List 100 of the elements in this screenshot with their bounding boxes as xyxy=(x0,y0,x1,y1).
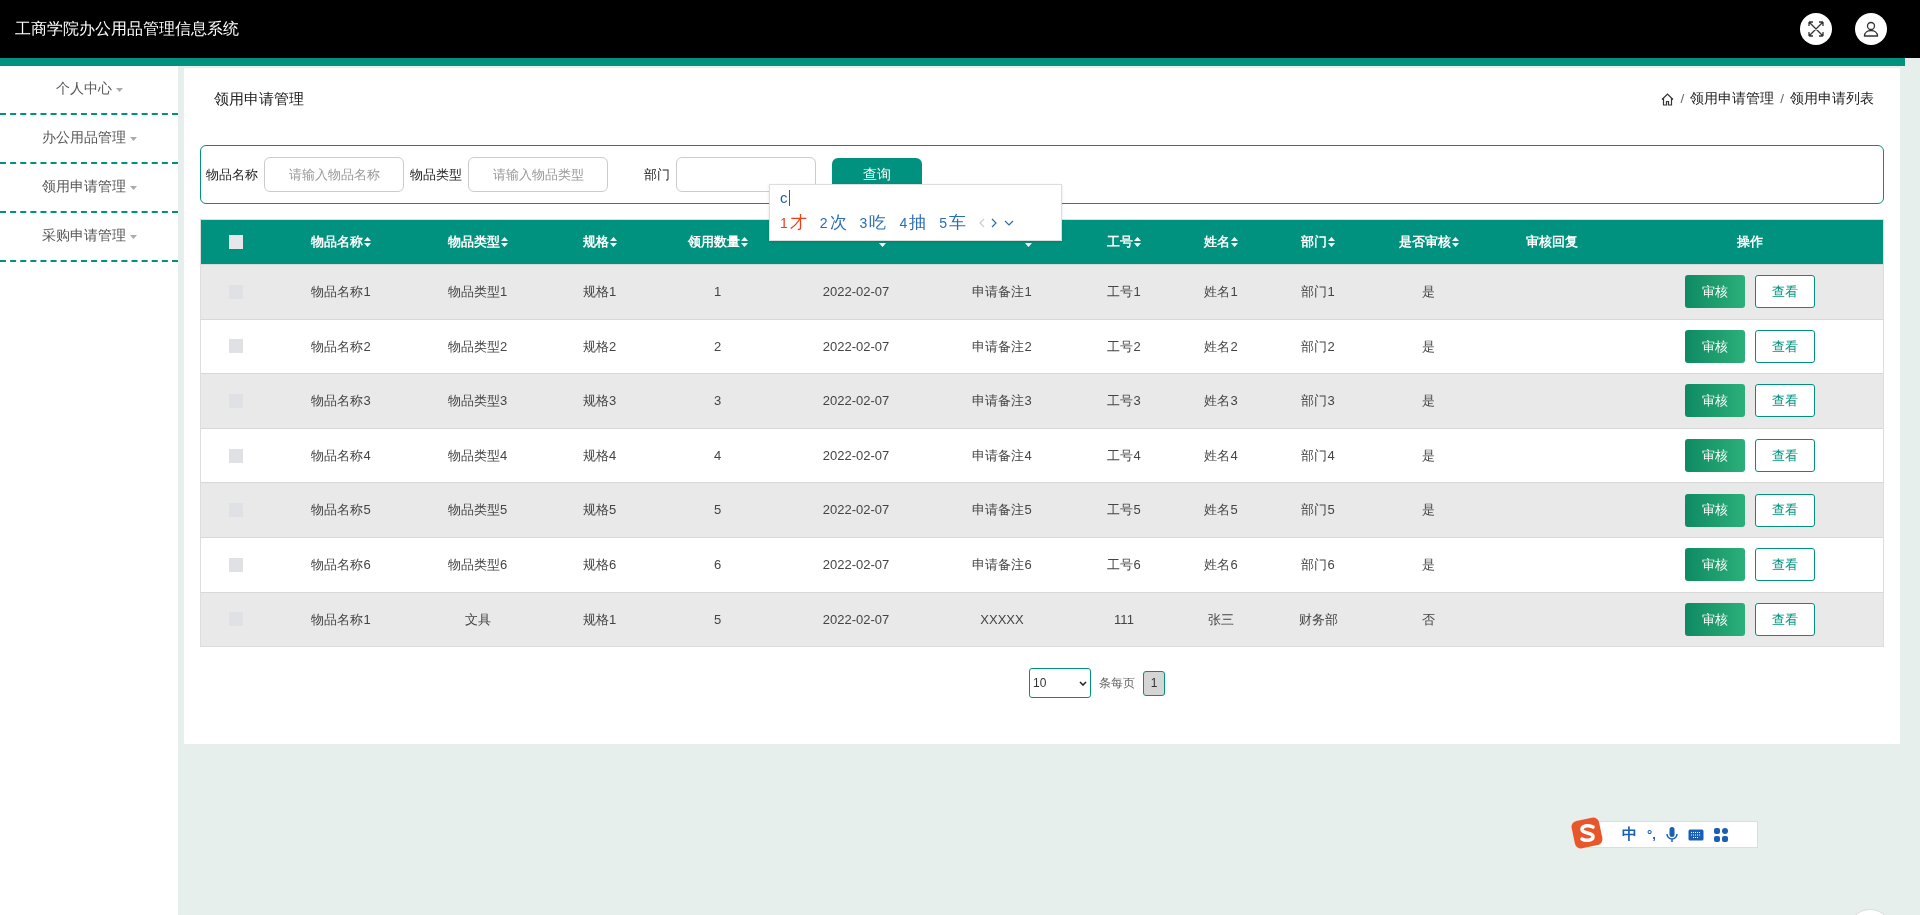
view-button[interactable]: 查看 xyxy=(1755,493,1815,527)
breadcrumb-separator: / xyxy=(1679,89,1686,108)
sort-icon[interactable] xyxy=(1231,237,1238,247)
sort-icon[interactable] xyxy=(364,237,371,247)
checkbox[interactable] xyxy=(229,339,243,354)
table-cell-text: 是 xyxy=(1422,501,1435,520)
table-cell-text: 是 xyxy=(1422,283,1435,302)
breadcrumb-item[interactable]: 领用申请列表 xyxy=(1790,88,1874,110)
table-cell-text: 申请备注4 xyxy=(972,446,1032,465)
sort-icon[interactable] xyxy=(1134,237,1141,247)
review-button[interactable]: 审核 xyxy=(1685,493,1745,527)
table-cell-text: XXXXX xyxy=(980,610,1024,629)
view-button[interactable]: 查看 xyxy=(1755,439,1815,473)
table-cell-text: 部门4 xyxy=(1301,446,1335,465)
column-header[interactable]: 物品类型 xyxy=(447,232,500,252)
table-cell-text: 规格5 xyxy=(582,501,617,520)
sidebar-item[interactable]: 办公用品管理 xyxy=(0,115,178,164)
home-icon[interactable] xyxy=(1661,92,1675,106)
sort-icon[interactable] xyxy=(609,237,617,247)
column-header[interactable]: 操作 xyxy=(1737,232,1763,252)
table-cell-text: 规格4 xyxy=(582,446,617,465)
column-header[interactable]: 审核回复 xyxy=(1526,232,1578,252)
table-cell-text: 111 xyxy=(1114,610,1134,629)
user-button[interactable] xyxy=(1855,13,1887,45)
table-cell-text: 2022-02-07 xyxy=(822,337,890,356)
table-cell-text: 申请备注3 xyxy=(972,392,1032,411)
view-button[interactable]: 查看 xyxy=(1755,329,1815,363)
table-cell-text: 物品类型2 xyxy=(447,337,508,356)
sort-icon[interactable] xyxy=(500,237,508,247)
checkbox[interactable] xyxy=(229,235,243,249)
table-cell-text: 工号3 xyxy=(1107,392,1141,411)
field-label: 物品类型 xyxy=(410,165,462,184)
review-button[interactable]: 审核 xyxy=(1685,329,1745,363)
table-cell-text: 物品类型3 xyxy=(447,392,508,411)
table-cell-text: 3 xyxy=(713,392,722,411)
sidebar-item[interactable]: 采购申请管理 xyxy=(0,213,178,262)
field-label: 部门 xyxy=(644,165,670,184)
view-button[interactable]: 查看 xyxy=(1755,602,1815,636)
sidebar-item[interactable]: 个人中心 xyxy=(0,66,178,115)
sort-icon[interactable] xyxy=(1451,237,1459,247)
column-header[interactable]: 是否审核 xyxy=(1398,232,1451,252)
chevron-down-icon xyxy=(1079,680,1087,686)
ime-candidate[interactable]: 3吃 xyxy=(859,210,887,236)
table-cell-text: 是 xyxy=(1422,392,1435,411)
breadcrumb-separator: / xyxy=(1779,89,1785,108)
search-field[interactable]: 请输入物品类型 xyxy=(468,157,608,192)
sort-icon[interactable] xyxy=(1328,237,1335,247)
table-cell-text: 姓名5 xyxy=(1204,501,1238,520)
column-header[interactable]: 工号 xyxy=(1107,232,1133,252)
microphone-icon[interactable] xyxy=(1665,826,1678,843)
table-cell-text: 是 xyxy=(1422,446,1435,465)
ime-candidate[interactable]: 2 次 xyxy=(819,210,847,236)
table-cell-text: 部门5 xyxy=(1301,501,1335,520)
view-button[interactable]: 查看 xyxy=(1755,548,1815,582)
column-header[interactable]: 规格 xyxy=(582,232,609,252)
view-button[interactable]: 查看 xyxy=(1755,275,1815,309)
ime-mode[interactable]: 中 xyxy=(1622,823,1637,846)
table-cell-text: 姓名4 xyxy=(1204,446,1238,465)
review-button[interactable]: 审核 xyxy=(1685,439,1745,473)
fullscreen-button[interactable] xyxy=(1800,13,1832,45)
review-button[interactable]: 审核 xyxy=(1685,275,1745,309)
table-cell-text: 2022-02-07 xyxy=(822,501,890,520)
table-cell-text: 文具 xyxy=(464,610,491,629)
table-cell-text: 部门6 xyxy=(1301,556,1335,574)
page-button[interactable]: 1 xyxy=(1143,670,1165,696)
per-page-label: 条每页 xyxy=(1099,675,1135,693)
breadcrumb-item[interactable]: 领用申请管理 xyxy=(1690,88,1775,110)
column-header[interactable]: 姓名 xyxy=(1204,232,1230,252)
column-header[interactable]: 领用数量 xyxy=(687,232,740,252)
table-cell-text: 6 xyxy=(713,556,722,574)
table-cell-text: 是 xyxy=(1422,556,1435,574)
caret-icon xyxy=(129,234,137,239)
view-button[interactable]: 查看 xyxy=(1755,384,1815,418)
review-button[interactable]: 审核 xyxy=(1685,548,1745,582)
ime-punctuation[interactable]: °, xyxy=(1647,824,1656,845)
table-cell-text: 张三 xyxy=(1208,610,1234,629)
checkbox[interactable] xyxy=(229,448,243,463)
table-cell-text: 部门3 xyxy=(1301,392,1335,411)
table-cell-text: 工号4 xyxy=(1107,446,1141,465)
caret-icon xyxy=(129,136,137,141)
checkbox[interactable] xyxy=(229,557,243,572)
table-cell-text: 规格1 xyxy=(582,283,617,302)
table-cell-text: 部门1 xyxy=(1301,283,1335,302)
keyboard-icon[interactable] xyxy=(1687,828,1704,841)
ime-candidate[interactable]: 1 才 xyxy=(780,210,807,236)
ime-candidate[interactable]: 5车 xyxy=(939,210,966,236)
table-cell-text: 申请备注1 xyxy=(972,283,1032,302)
grid-icon[interactable] xyxy=(1713,827,1728,842)
column-header[interactable]: 部门 xyxy=(1301,232,1327,252)
page-size-select[interactable]: 10 xyxy=(1029,668,1091,699)
search-field[interactable]: 请输入物品名称 xyxy=(264,157,404,192)
table-cell-text: 规格6 xyxy=(582,556,617,574)
ime-candidate[interactable]: 4抽 xyxy=(899,210,927,236)
review-button[interactable]: 审核 xyxy=(1685,602,1745,636)
table-cell-text: 2022-02-07 xyxy=(822,283,890,302)
sort-icon[interactable] xyxy=(740,237,748,247)
column-header[interactable]: 物品名称 xyxy=(311,232,363,252)
table-cell-text: 工号1 xyxy=(1107,283,1141,302)
review-button[interactable]: 审核 xyxy=(1685,384,1745,418)
sidebar-item[interactable]: 领用申请管理 xyxy=(0,164,178,213)
